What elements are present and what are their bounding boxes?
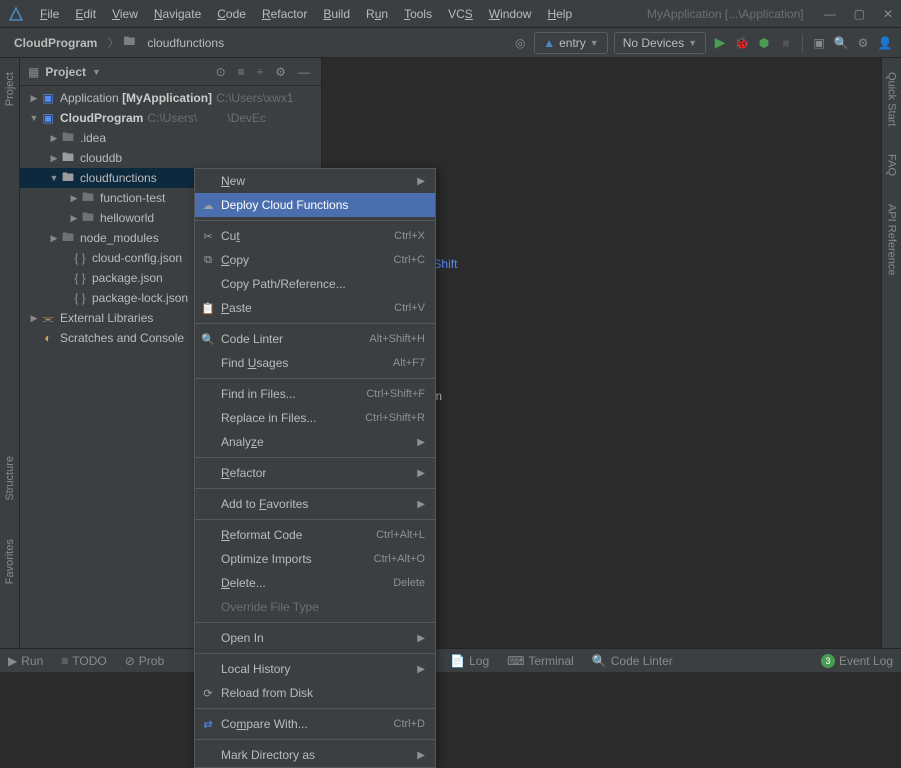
toolbar: CloudProgram 〉 🖿 cloudfunctions ◎ ▲entry… bbox=[0, 28, 901, 58]
panel-title[interactable]: Project bbox=[45, 65, 86, 79]
copy-icon: ⧉ bbox=[201, 254, 215, 267]
menu-window[interactable]: Window bbox=[481, 7, 540, 21]
main: Project Structure Favorites ▦ Project ▼ … bbox=[0, 58, 901, 648]
reload-icon: ⟳ bbox=[201, 687, 215, 700]
ctx-cut[interactable]: ✂CutCtrl+X bbox=[195, 224, 435, 248]
ctx-paste[interactable]: 📋PasteCtrl+V bbox=[195, 296, 435, 320]
scissors-icon: ✂ bbox=[201, 230, 215, 243]
layout-icon[interactable]: ▣ bbox=[811, 35, 827, 51]
titlebar: File Edit View Navigate Code Refactor Bu… bbox=[0, 0, 901, 28]
ctx-copy[interactable]: ⧉CopyCtrl+C bbox=[195, 248, 435, 272]
ctx-local-history[interactable]: Local History▶ bbox=[195, 657, 435, 681]
collapse-all-icon[interactable]: ÷ bbox=[254, 65, 267, 79]
avatar-icon[interactable]: 👤 bbox=[877, 35, 893, 51]
ctx-deploy-cloud-functions[interactable]: ☁Deploy Cloud Functions bbox=[195, 193, 435, 217]
device-dropdown[interactable]: No Devices▼ bbox=[614, 32, 706, 54]
menu-refactor[interactable]: Refactor bbox=[254, 7, 315, 21]
diff-icon: ⇄ bbox=[201, 718, 215, 731]
run-icon[interactable]: ▶ bbox=[712, 35, 728, 51]
ctx-replace-in-files[interactable]: Replace in Files...Ctrl+Shift+R bbox=[195, 406, 435, 430]
ctx-open-in[interactable]: Open In▶ bbox=[195, 626, 435, 650]
select-opened-icon[interactable]: ⊙ bbox=[213, 65, 229, 79]
search-icon[interactable]: 🔍 bbox=[833, 35, 849, 51]
breadcrumb-root[interactable]: CloudProgram bbox=[8, 34, 103, 52]
event-badge: 3 bbox=[821, 654, 835, 668]
menu-run[interactable]: Run bbox=[358, 7, 396, 21]
chevron-right-icon: 〉 bbox=[107, 34, 119, 51]
ctx-override-file-type: Override File Type bbox=[195, 595, 435, 619]
coverage-icon[interactable]: ⬢ bbox=[756, 35, 772, 51]
maximize-icon[interactable]: ▢ bbox=[854, 7, 865, 21]
ctx-add-favorites[interactable]: Add to Favorites▶ bbox=[195, 492, 435, 516]
ctx-find-in-files[interactable]: Find in Files...Ctrl+Shift+F bbox=[195, 382, 435, 406]
menu-edit[interactable]: Edit bbox=[67, 7, 104, 21]
sb-problems[interactable]: ⊘Prob bbox=[125, 654, 164, 668]
right-tab-quick[interactable]: Quick Start bbox=[886, 68, 898, 130]
sb-terminal[interactable]: ⌨Terminal bbox=[507, 654, 574, 668]
statusbar: ▶Run ≡TODO ⊘Prob 📄Log ⌨Terminal 🔍Code Li… bbox=[0, 648, 901, 672]
minimize-icon[interactable]: — bbox=[824, 7, 836, 21]
tree-row-cloud[interactable]: ▼▣ CloudProgram C:\Users\ \DevEc bbox=[20, 108, 321, 128]
menu-vcs[interactable]: VCS bbox=[440, 7, 481, 21]
tree-row-clouddb[interactable]: ▶🖿clouddb bbox=[20, 148, 321, 168]
right-tab-api[interactable]: API Reference bbox=[886, 200, 898, 280]
tree-row-idea[interactable]: ▶🖿.idea bbox=[20, 128, 321, 148]
hide-icon[interactable]: — bbox=[295, 65, 313, 79]
ctx-analyze[interactable]: Analyze▶ bbox=[195, 430, 435, 454]
chevron-down-icon[interactable]: ▼ bbox=[92, 67, 101, 77]
menu-tools[interactable]: Tools bbox=[396, 7, 440, 21]
ctx-reload[interactable]: ⟳Reload from Disk bbox=[195, 681, 435, 705]
ctx-new[interactable]: New▶ bbox=[195, 169, 435, 193]
context-menu: New▶ ☁Deploy Cloud Functions ✂CutCtrl+X … bbox=[194, 168, 436, 768]
paste-icon: 📋 bbox=[201, 302, 215, 315]
app-logo-icon bbox=[8, 6, 24, 22]
ctx-compare-with[interactable]: ⇄Compare With...Ctrl+D bbox=[195, 712, 435, 736]
ctx-refactor[interactable]: Refactor▶ bbox=[195, 461, 435, 485]
right-tab-faq[interactable]: FAQ bbox=[886, 150, 898, 180]
menu-navigate[interactable]: Navigate bbox=[146, 7, 209, 21]
ctx-delete[interactable]: Delete...Delete bbox=[195, 571, 435, 595]
panel-header: ▦ Project ▼ ⊙ ≡ ÷ ⚙ — bbox=[20, 58, 321, 86]
tree-row-app[interactable]: ▶▣ Application [MyApplication] C:\Users\… bbox=[20, 88, 321, 108]
ctx-find-usages[interactable]: Find UsagesAlt+F7 bbox=[195, 351, 435, 375]
ctx-mark-directory[interactable]: Mark Directory as▶ bbox=[195, 743, 435, 767]
target-icon[interactable]: ◎ bbox=[512, 35, 528, 51]
expand-all-icon[interactable]: ≡ bbox=[235, 65, 248, 79]
ctx-copy-path[interactable]: Copy Path/Reference... bbox=[195, 272, 435, 296]
menu-file[interactable]: File bbox=[32, 7, 67, 21]
app-title: MyApplication [...\Application] bbox=[647, 7, 812, 21]
right-tool-gutter: Quick Start FAQ API Reference bbox=[881, 58, 901, 648]
sb-run[interactable]: ▶Run bbox=[8, 654, 43, 668]
ctx-optimize-imports[interactable]: Optimize ImportsCtrl+Alt+O bbox=[195, 547, 435, 571]
breadcrumb-child[interactable]: cloudfunctions bbox=[141, 34, 230, 52]
menu-code[interactable]: Code bbox=[209, 7, 254, 21]
left-tab-project[interactable]: Project bbox=[4, 68, 16, 110]
gear-icon[interactable]: ⚙ bbox=[855, 35, 871, 51]
search-icon: 🔍 bbox=[201, 333, 215, 346]
menu-build[interactable]: Build bbox=[315, 7, 358, 21]
sb-log[interactable]: 📄Log bbox=[450, 654, 489, 668]
run-config-dropdown[interactable]: ▲entry▼ bbox=[534, 32, 608, 54]
left-tool-gutter: Project Structure Favorites bbox=[0, 58, 20, 648]
left-tab-favorites[interactable]: Favorites bbox=[4, 535, 16, 588]
breadcrumb: CloudProgram 〉 🖿 cloudfunctions bbox=[8, 32, 230, 53]
ctx-code-linter[interactable]: 🔍Code LinterAlt+Shift+H bbox=[195, 327, 435, 351]
ctx-reformat[interactable]: Reformat CodeCtrl+Alt+L bbox=[195, 523, 435, 547]
sb-event-log[interactable]: 3 Event Log bbox=[821, 654, 893, 668]
menu-help[interactable]: Help bbox=[539, 7, 580, 21]
cloud-icon: ☁ bbox=[201, 199, 215, 212]
folder-icon: 🖿 bbox=[123, 32, 135, 53]
close-icon[interactable]: ✕ bbox=[883, 7, 893, 21]
menu-view[interactable]: View bbox=[104, 7, 146, 21]
debug-icon[interactable]: 🐞 bbox=[734, 35, 750, 51]
left-tab-structure[interactable]: Structure bbox=[4, 452, 16, 505]
stop-icon[interactable]: ■ bbox=[778, 35, 794, 51]
sb-code-linter[interactable]: 🔍Code Linter bbox=[592, 654, 673, 668]
sb-todo[interactable]: ≡TODO bbox=[61, 654, 106, 668]
settings-icon[interactable]: ⚙ bbox=[272, 65, 289, 79]
